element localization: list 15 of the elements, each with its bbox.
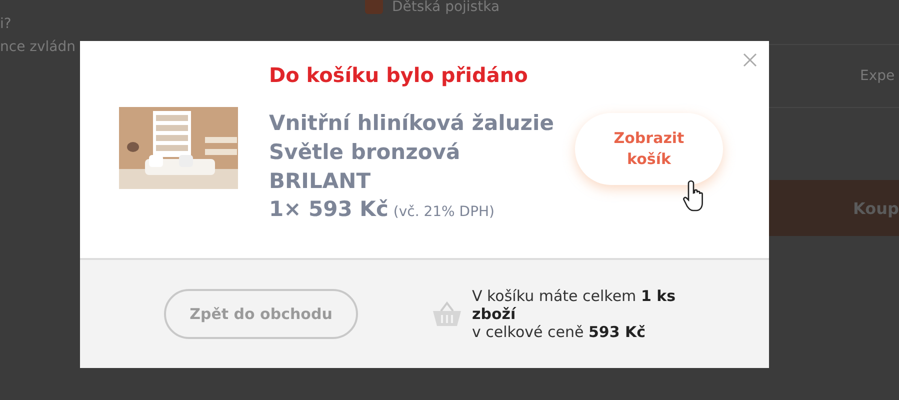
vat-note: (vč. 21% DPH) <box>393 203 495 222</box>
insurance-label: Dětská pojistka <box>392 0 500 15</box>
buy-button[interactable]: Koup <box>769 180 899 236</box>
close-icon[interactable] <box>743 53 757 67</box>
modal-title: Do košíku bylo přidáno <box>269 63 529 87</box>
product-name: Vnitřní hliníková žaluzie Světle bronzová BRILANT <box>269 110 555 195</box>
cart-summary: V košíku máte celkem 1 ks zboží v celkové ceně 593 Kč <box>472 287 677 341</box>
checkbox[interactable] <box>365 0 383 14</box>
back-to-shop-button[interactable]: Zpět do obchodu <box>164 289 358 339</box>
question-text: i? <box>0 16 12 32</box>
product-price: 1× 593 Kč <box>269 196 388 222</box>
body-text: nce zvládn <box>0 39 76 55</box>
view-cart-button[interactable]: Zobrazit košík <box>575 113 723 185</box>
column-label: Expe <box>860 68 895 84</box>
basket-icon <box>432 301 462 327</box>
